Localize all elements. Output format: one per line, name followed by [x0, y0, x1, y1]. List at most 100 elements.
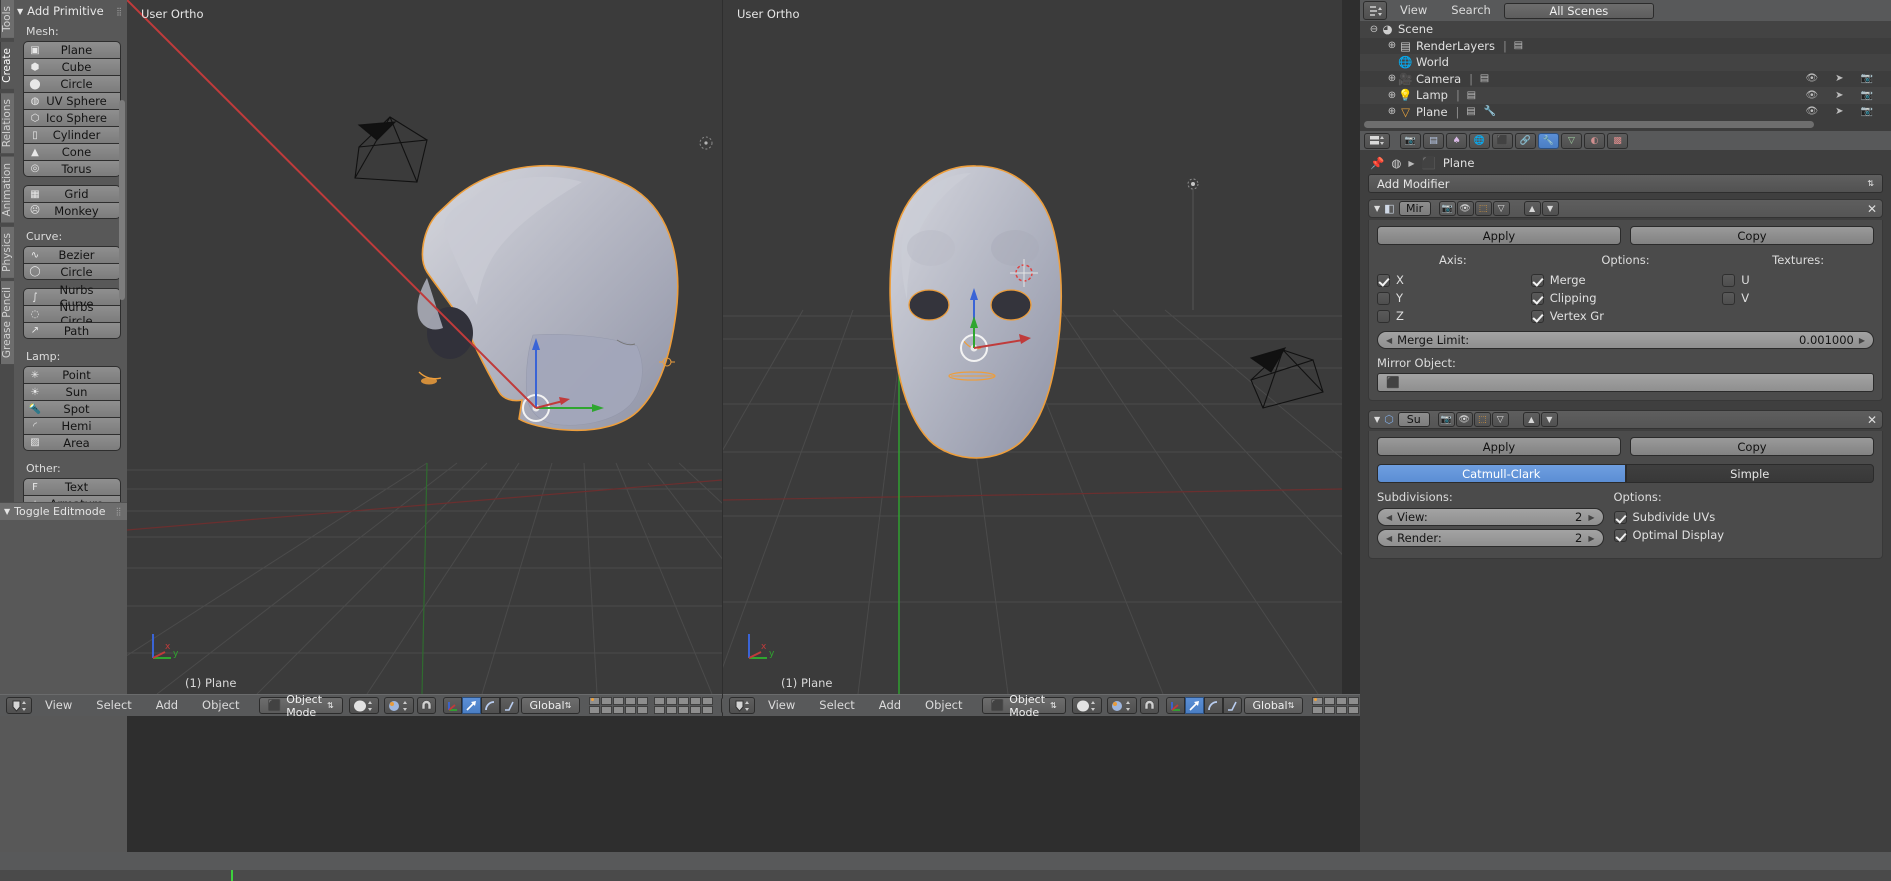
modifier-delete-icon[interactable]: ✕: [1867, 413, 1877, 427]
layer-cell[interactable]: [654, 697, 666, 705]
add-point-button[interactable]: ✳ Point: [23, 366, 121, 383]
increment-arrow-icon[interactable]: ▶: [1588, 534, 1594, 543]
tool-tab-create[interactable]: Create: [0, 41, 14, 89]
mirror-axis-z-row[interactable]: Z: [1377, 307, 1529, 325]
mirror-object-field[interactable]: ⬛: [1377, 373, 1874, 392]
decrement-arrow-icon[interactable]: ◀: [1386, 513, 1392, 522]
modifier-wrench-icon[interactable]: 🔧: [1482, 105, 1497, 119]
add-cone-button[interactable]: ▲ Cone: [23, 143, 121, 160]
add-grid-button[interactable]: ▦ Grid: [23, 185, 121, 202]
modifier-name-field[interactable]: Mir: [1398, 201, 1431, 216]
collapse-triangle-icon[interactable]: ▼: [1374, 204, 1380, 213]
object-tab-icon[interactable]: ⬛: [1492, 132, 1513, 149]
add-text-button[interactable]: F Text: [23, 478, 121, 495]
layer-cell[interactable]: [690, 706, 702, 714]
scene-tab-icon[interactable]: ♠: [1446, 132, 1467, 149]
add-area-button[interactable]: ▨ Area: [23, 434, 121, 451]
viewport-shading-icon[interactable]: [1071, 697, 1102, 714]
object-mode-dropdown[interactable]: ⬛ Object Mode ⇅: [981, 693, 1066, 719]
viewport-menu-view[interactable]: View: [34, 699, 83, 712]
modifier-cage-toggle-icon[interactable]: ▽: [1492, 201, 1510, 216]
timeline-track[interactable]: [0, 870, 1891, 881]
modifier-editmode-toggle-icon[interactable]: ⬚: [1473, 412, 1491, 427]
pivot-point-icon[interactable]: [383, 697, 414, 714]
add-sun-button[interactable]: ☀ Sun: [23, 383, 121, 400]
tool-tab-relations[interactable]: Relations: [0, 92, 14, 153]
outliner-expander-icon[interactable]: ⊕: [1386, 73, 1398, 84]
modifier-delete-icon[interactable]: ✕: [1867, 202, 1877, 216]
modifier-viewport-toggle-icon[interactable]: 👁: [1455, 412, 1473, 427]
constraints-tab-icon[interactable]: 🔗: [1515, 132, 1536, 149]
outliner-row-plane[interactable]: ⊕ ▽ Plane | ▤ 🔧 👁 ➤ 📷: [1360, 103, 1891, 120]
layer-cell[interactable]: [1336, 706, 1348, 714]
viewport-shading-icon[interactable]: [348, 697, 379, 714]
modifier-name-field[interactable]: Su: [1397, 412, 1430, 427]
data-tab-icon[interactable]: ▽: [1561, 132, 1582, 149]
add-modifier-dropdown[interactable]: Add Modifier ⇅: [1368, 174, 1883, 193]
outliner-scope-dropdown[interactable]: All Scenes: [1503, 2, 1654, 19]
modifier-copy-button[interactable]: Copy: [1630, 437, 1874, 456]
eye-icon[interactable]: 👁: [1805, 73, 1818, 84]
outliner-expander-icon[interactable]: ⊖: [1368, 24, 1380, 35]
increment-arrow-icon[interactable]: ▶: [1588, 513, 1594, 522]
cursor-arrow-icon[interactable]: ➤: [1835, 73, 1843, 84]
subsurf-algorithm-catmull-clark[interactable]: Catmull-Clark: [1377, 464, 1626, 483]
layer-cell[interactable]: [666, 697, 678, 705]
add-circle-button[interactable]: ◯ Circle: [23, 263, 121, 280]
checkbox[interactable]: [1530, 273, 1544, 287]
layer-cell[interactable]: [678, 697, 690, 705]
layer-cell[interactable]: [601, 697, 613, 705]
object-icon[interactable]: ◍: [1391, 156, 1401, 170]
viewport-left[interactable]: User Ortho x y (1) Plane: [127, 0, 722, 694]
modifier-cage-toggle-icon[interactable]: ▽: [1491, 412, 1509, 427]
merge-limit-field[interactable]: ◀ Merge Limit: 0.001000 ▶: [1377, 331, 1874, 349]
layer-cell[interactable]: [1324, 697, 1336, 705]
panel-drag-grip[interactable]: ⣿: [116, 507, 122, 516]
render-tab-icon[interactable]: 📷: [1400, 132, 1421, 149]
translate-manipulator-icon[interactable]: [1184, 697, 1204, 714]
modifier-editmode-toggle-icon[interactable]: ⬚: [1474, 201, 1492, 216]
modifier-tab-icon[interactable]: 🔧: [1538, 132, 1559, 149]
outliner-row-camera[interactable]: ⊕ 🎥 Camera | ▤ 👁 ➤ 📷: [1360, 70, 1891, 87]
layer-cell[interactable]: [613, 697, 625, 705]
checkbox[interactable]: [1613, 528, 1627, 542]
checkbox[interactable]: [1613, 510, 1627, 524]
tool-tab-animation[interactable]: Animation: [0, 157, 14, 223]
subsurf-option-optimal-display-row[interactable]: Optimal Display: [1613, 526, 1874, 544]
camera-data-icon[interactable]: ▤: [1477, 72, 1492, 86]
toggle-editmode-panel[interactable]: ▼ Toggle Editmode ⣿: [0, 502, 127, 520]
camera-render-icon[interactable]: 📷: [1861, 73, 1873, 84]
scene-layers-icon[interactable]: [589, 697, 714, 714]
layer-cell[interactable]: [702, 697, 714, 705]
layer-cell[interactable]: [654, 706, 666, 714]
subsurf-view-levels-field[interactable]: ◀ View: 2 ▶: [1377, 508, 1604, 526]
add-ico-sphere-button[interactable]: ⬡ Ico Sphere: [23, 109, 121, 126]
outliner-row-world[interactable]: 🌐 World: [1360, 54, 1891, 71]
material-tab-icon[interactable]: ◐: [1584, 132, 1605, 149]
layer-cell[interactable]: [637, 697, 649, 705]
outliner-row-scene[interactable]: ⊖ ◕ Scene: [1360, 21, 1891, 38]
layer-cell[interactable]: [625, 697, 637, 705]
add-cylinder-button[interactable]: ▯ Cylinder: [23, 126, 121, 143]
layer-cell[interactable]: [1312, 697, 1324, 705]
lamp-data-icon[interactable]: ▤: [1464, 88, 1479, 102]
outliner-row-renderlayers[interactable]: ⊕ ▤ RenderLayers | ▤: [1360, 37, 1891, 54]
mirror-option-clipping-row[interactable]: Clipping: [1530, 289, 1721, 307]
layer-block[interactable]: [589, 697, 649, 714]
timeline-editor[interactable]: [0, 852, 1891, 881]
transform-orientation-dropdown[interactable]: Global ⇅: [1243, 697, 1304, 714]
viewport-menu-add[interactable]: Add: [145, 699, 189, 712]
modifier-move-down-icon[interactable]: ▼: [1541, 201, 1559, 216]
outliner-display-mode-icon[interactable]: [1363, 1, 1387, 20]
tool-tab-physics[interactable]: Physics: [0, 226, 14, 278]
camera-render-icon[interactable]: 📷: [1861, 106, 1873, 117]
viewport-right[interactable]: User Ortho x y (1) Plane: [723, 0, 1342, 694]
layer-cell[interactable]: [589, 706, 601, 714]
outliner-expander-icon[interactable]: ⊕: [1386, 40, 1398, 51]
outliner-menu-view[interactable]: View: [1389, 4, 1438, 17]
scale-manipulator-icon[interactable]: [1222, 697, 1242, 714]
add-uv-sphere-button[interactable]: ◍ UV Sphere: [23, 92, 121, 109]
layer-cell[interactable]: [1348, 697, 1360, 705]
tool-shelf-scrollbar[interactable]: [119, 100, 125, 300]
eye-icon[interactable]: 👁: [1805, 106, 1818, 117]
